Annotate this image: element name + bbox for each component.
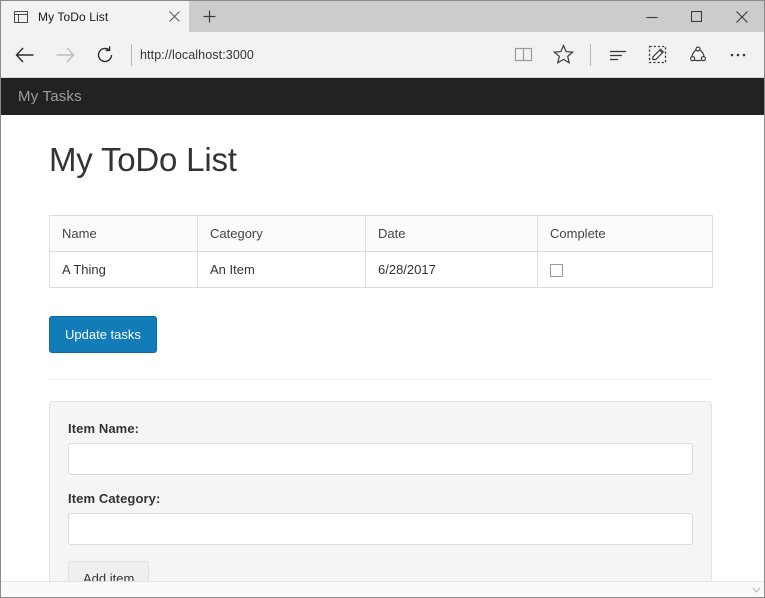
star-icon [552,44,574,65]
item-category-input[interactable] [68,513,693,546]
page-icon [13,9,29,25]
more-ellipsis-icon [730,53,746,56]
refresh-icon [97,45,113,62]
cell-category: An Item [197,250,366,289]
share-icon [689,45,706,61]
horizontal-scrollbar[interactable] [1,581,764,597]
toolbar-divider [131,43,132,66]
tasks-table: Name Category Date Complete A Thing An I… [49,215,713,289]
window-controls [629,1,764,32]
column-header-name: Name [49,215,198,252]
tab-close-icon[interactable] [159,1,189,32]
column-header-category: Category [197,215,366,252]
cell-date: 6/28/2017 [365,250,538,289]
minimize-icon [646,16,657,18]
navigation-toolbar [1,32,764,77]
table-header-row: Name Category Date Complete [49,215,713,252]
navbar-brand[interactable]: My Tasks [18,88,82,105]
item-name-label: Item Name: [68,421,140,437]
item-category-label: Item Category: [68,491,161,507]
task-complete-checkbox[interactable] [550,264,563,278]
app-navbar: My Tasks [1,78,764,115]
browser-tab-active[interactable]: My ToDo List [1,1,189,32]
reading-view-button[interactable] [503,35,543,75]
web-note-pencil-icon [648,45,667,63]
back-arrow-icon [15,47,34,62]
share-button[interactable] [678,35,718,75]
toolbar-divider-2 [590,43,591,66]
cell-name: A Thing [49,250,198,289]
page-title: My ToDo List [49,141,237,178]
hub-button[interactable] [598,35,638,75]
maximize-icon [691,11,702,22]
close-button[interactable] [719,1,764,32]
maximize-button[interactable] [674,1,719,32]
item-name-input[interactable] [68,443,693,476]
new-tab-button[interactable] [189,1,229,32]
update-tasks-button[interactable]: Update tasks [49,316,157,354]
minimize-button[interactable] [629,1,674,32]
add-item-form-panel: Item Name: Item Category: Add item [49,401,712,597]
cell-complete [537,250,713,289]
tab-strip: My ToDo List [1,1,764,32]
tab-title: My ToDo List [38,9,109,24]
browser-window: My ToDo List http://localhost:3000 My Ta… [0,0,765,598]
scroll-resize-grip-icon [752,587,761,593]
favorites-button[interactable] [543,35,583,75]
column-header-complete: Complete [537,215,713,252]
column-header-date: Date [365,215,538,252]
back-button[interactable] [5,35,45,75]
page-container: My ToDo List Name Category Date Complete… [1,141,764,597]
hub-lines-icon [610,50,626,60]
section-divider [49,379,712,381]
table-row: A Thing An Item 6/28/2017 [49,250,713,289]
plus-icon [203,10,215,23]
book-icon [514,47,532,62]
settings-button[interactable] [718,35,758,75]
forward-button[interactable] [45,35,85,75]
address-input[interactable] [140,37,503,72]
close-icon [735,10,748,23]
page-viewport: My Tasks My ToDo List Name Category Date… [1,77,764,597]
refresh-button[interactable] [85,35,125,75]
web-note-button[interactable] [638,35,678,75]
forward-arrow-icon [56,47,75,62]
